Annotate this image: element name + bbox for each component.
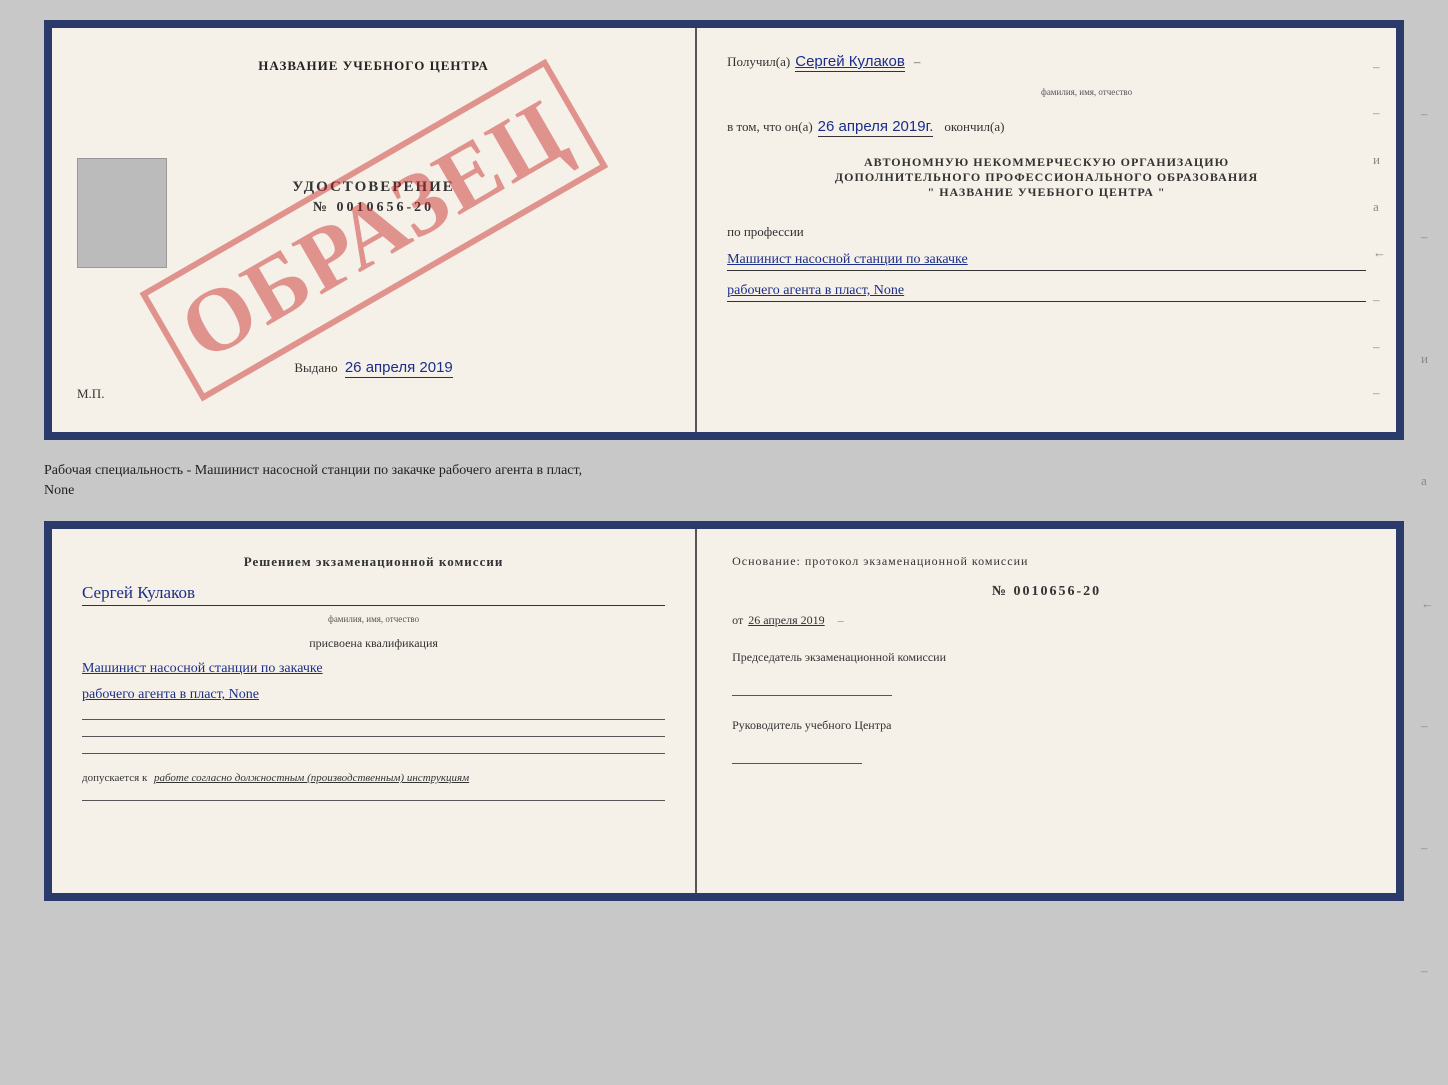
dopuskaetsya-row: допускается к работе согласно должностны… bbox=[82, 772, 665, 784]
chairman-label: Председатель экзаменационной комиссии bbox=[732, 650, 1361, 665]
poluchil-label: Получил(а) bbox=[727, 54, 790, 70]
poluchil-name: Сергей Кулаков bbox=[795, 53, 905, 72]
poluchil-row: Получил(а) Сергей Кулаков – bbox=[727, 53, 1366, 72]
osnov-label: Основание: протокол экзаменационной коми… bbox=[732, 554, 1361, 569]
protokol-number: № 0010656-20 bbox=[732, 584, 1361, 600]
okonchil-label: окончил(а) bbox=[944, 119, 1004, 135]
bottom-name: Сергей Кулаков bbox=[82, 583, 665, 606]
top-doc-right: Получил(а) Сергей Кулаков – фамилия, имя… bbox=[697, 28, 1396, 432]
dopuskaetsya-text: работе согласно должностным (производств… bbox=[154, 772, 469, 784]
rukovoditel-label: Руководитель учебного Центра bbox=[732, 718, 1361, 733]
ot-date-row: от 26 апреля 2019 – bbox=[732, 613, 1361, 628]
separator-line2: None bbox=[44, 481, 1404, 501]
org-line1: АВТОНОМНУЮ НЕКОММЕРЧЕСКУЮ ОРГАНИЗАЦИЮ bbox=[727, 155, 1366, 170]
familiya-hint-top: фамилия, имя, отчество bbox=[1041, 87, 1132, 97]
qualification-line1: Машинист насосной станции по закачке bbox=[82, 661, 665, 677]
org-line2: ДОПОЛНИТЕЛЬНОГО ПРОФЕССИОНАЛЬНОГО ОБРАЗО… bbox=[727, 170, 1366, 185]
photo-placeholder bbox=[77, 158, 167, 268]
bot-doc-left: Решением экзаменационной комиссии Сергей… bbox=[52, 529, 697, 893]
po-professii-label: по профессии bbox=[727, 224, 1366, 240]
right-dashes: – – и а ← – – – bbox=[1373, 28, 1386, 432]
separator-line1: Рабочая специальность - Машинист насосно… bbox=[44, 461, 1404, 481]
qualification-line2: рабочего агента в пласт, None bbox=[82, 687, 665, 703]
top-doc-left: НАЗВАНИЕ УЧЕБНОГО ЦЕНТРА УДОСТОВЕРЕНИЕ №… bbox=[52, 28, 697, 432]
chairman-signature-line bbox=[732, 695, 892, 696]
udost-title: УДОСТОВЕРЕНИЕ bbox=[292, 179, 455, 196]
separator-text: Рабочая специальность - Машинист насосно… bbox=[44, 456, 1404, 505]
vydano-row: Выдано 26 апреля 2019 bbox=[294, 339, 452, 376]
rukovoditel-signature-line bbox=[732, 763, 862, 764]
org-line3: " НАЗВАНИЕ УЧЕБНОГО ЦЕНТРА " bbox=[727, 185, 1366, 200]
komissia-title: Решением экзаменационной комиссии bbox=[82, 554, 665, 570]
vtom-row: в том, что он(а) 26 апреля 2019г. окончи… bbox=[727, 118, 1366, 137]
ot-label: от bbox=[732, 613, 743, 627]
mp-label: М.П. bbox=[77, 386, 104, 402]
top-center-title: НАЗВАНИЕ УЧЕБНОГО ЦЕНТРА bbox=[258, 58, 489, 74]
dopuskaetsya-label: допускается к bbox=[82, 772, 147, 784]
vydano-label: Выдано bbox=[294, 360, 337, 375]
profession-line2: рабочего агента в пласт, None bbox=[727, 283, 1366, 302]
bottom-document: Решением экзаменационной комиссии Сергей… bbox=[44, 521, 1404, 901]
vtom-date: 26 апреля 2019г. bbox=[818, 118, 934, 137]
udost-number: № 0010656-20 bbox=[292, 200, 455, 216]
org-block: АВТОНОМНУЮ НЕКОММЕРЧЕСКУЮ ОРГАНИЗАЦИЮ ДО… bbox=[727, 155, 1366, 200]
bot-right-dashes: – – и а ← – – – bbox=[1421, 0, 1434, 1085]
top-document: НАЗВАНИЕ УЧЕБНОГО ЦЕНТРА УДОСТОВЕРЕНИЕ №… bbox=[44, 20, 1404, 440]
vydano-date: 26 апреля 2019 bbox=[345, 359, 453, 378]
prisvoena-label: присвоена квалификация bbox=[82, 636, 665, 651]
bot-doc-right: Основание: протокол экзаменационной коми… bbox=[697, 529, 1396, 893]
ot-date-value: 26 апреля 2019 bbox=[748, 613, 824, 627]
profession-line1: Машинист насосной станции по закачке bbox=[727, 252, 1366, 271]
vtom-label: в том, что он(а) bbox=[727, 119, 813, 135]
bottom-familiya-hint: фамилия, имя, отчество bbox=[82, 614, 665, 624]
